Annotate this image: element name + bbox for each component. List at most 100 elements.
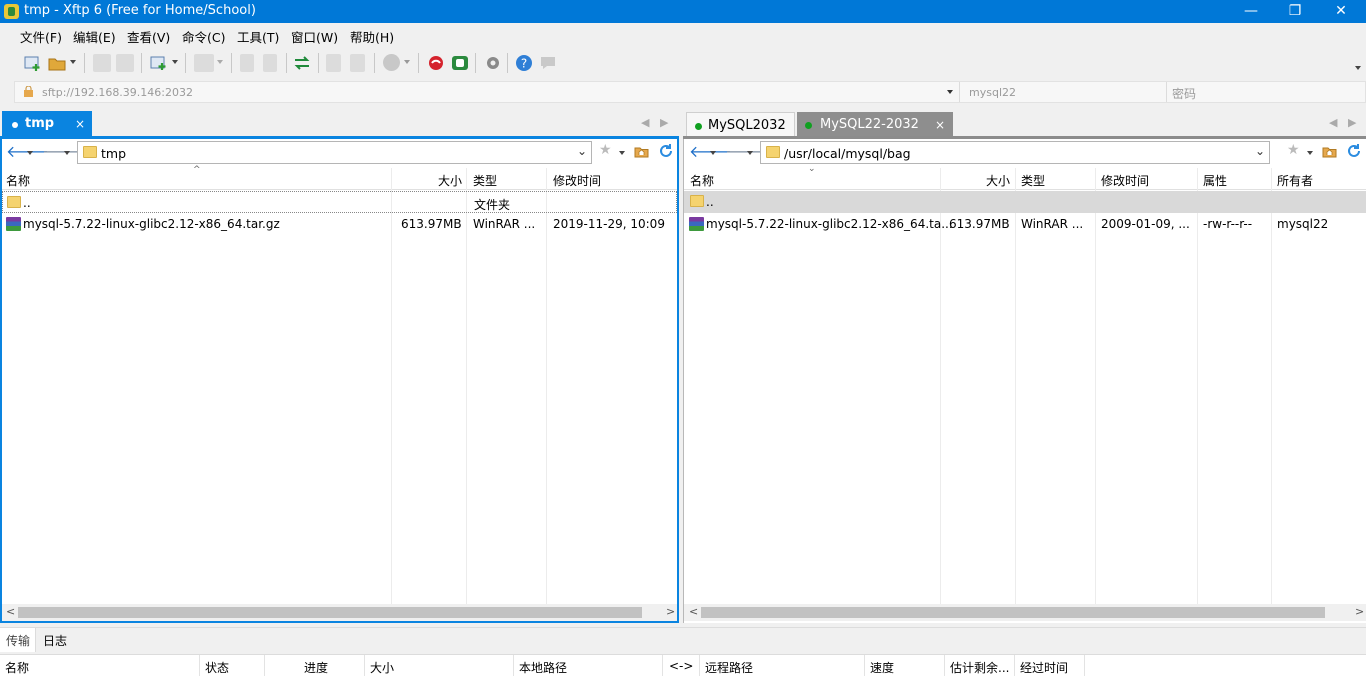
tab-scroll-left-icon[interactable]: ◀: [1329, 116, 1337, 129]
table-row[interactable]: ..: [684, 191, 1366, 213]
col-modified[interactable]: 修改时间: [553, 172, 601, 189]
menu-help[interactable]: 帮助(H): [350, 27, 394, 46]
horizontal-scrollbar[interactable]: < >: [684, 604, 1366, 621]
col-status[interactable]: 状态: [205, 659, 229, 676]
password-input[interactable]: 密码: [1172, 85, 1196, 102]
col-elapsed[interactable]: 经过时间: [1020, 659, 1068, 676]
col-name[interactable]: 名称: [6, 172, 30, 189]
forward-dropdown-icon[interactable]: [64, 151, 70, 155]
encoding-icon[interactable]: [383, 54, 400, 71]
copy-icon[interactable]: [263, 54, 277, 72]
table-row[interactable]: .. 文件夹: [2, 191, 677, 213]
scroll-right-icon[interactable]: >: [666, 605, 675, 618]
col-remote-path[interactable]: 远程路径: [705, 659, 753, 676]
home-folder-icon[interactable]: [1322, 144, 1337, 158]
scroll-left-icon[interactable]: <: [6, 605, 15, 618]
col-type[interactable]: 类型: [473, 172, 497, 189]
col-direction[interactable]: <->: [669, 659, 693, 673]
tab-scroll-left-icon[interactable]: ◀: [641, 116, 649, 129]
refresh-icon[interactable]: [658, 143, 674, 159]
tab-close-button[interactable]: ×: [935, 118, 945, 132]
tab-log[interactable]: 日志: [43, 632, 67, 649]
remote-path-field[interactable]: /usr/local/mysql/bag ⌄: [760, 141, 1270, 164]
download-icon[interactable]: [350, 54, 365, 72]
col-name[interactable]: 名称: [690, 172, 714, 189]
chevron-down-icon[interactable]: ⌄: [577, 144, 587, 158]
column-divider: [662, 655, 663, 676]
refresh-icon[interactable]: [1346, 143, 1362, 159]
bookmark-dropdown-icon[interactable]: [1307, 151, 1313, 155]
row-name: ..: [706, 195, 714, 209]
open-folder-icon[interactable]: [48, 54, 66, 72]
col-type[interactable]: 类型: [1021, 172, 1045, 189]
scroll-thumb[interactable]: [701, 607, 1325, 618]
username-input[interactable]: mysql22: [969, 86, 1016, 99]
tab-mysql2032[interactable]: MySQL2032: [686, 112, 795, 137]
xshell-icon[interactable]: [427, 54, 445, 72]
bookmark-star-icon[interactable]: ★: [1287, 142, 1300, 158]
local-path-field[interactable]: tmp ⌄: [77, 141, 592, 164]
disconnect-icon[interactable]: [116, 54, 134, 72]
menu-view[interactable]: 查看(V): [127, 27, 170, 46]
sync-icon[interactable]: [293, 54, 311, 72]
help-icon[interactable]: ?: [515, 54, 533, 72]
col-modified[interactable]: 修改时间: [1101, 172, 1149, 189]
col-speed[interactable]: 速度: [870, 659, 894, 676]
minimize-button[interactable]: —: [1228, 0, 1274, 23]
gear-icon[interactable]: [484, 54, 502, 72]
address-input[interactable]: sftp://192.168.39.146:2032: [42, 86, 193, 99]
upload-icon[interactable]: [326, 54, 341, 72]
connect-icon[interactable]: [93, 54, 111, 72]
properties-icon[interactable]: [240, 54, 254, 72]
new-window-dropdown-icon[interactable]: [172, 60, 178, 64]
terminal-dropdown-icon[interactable]: [217, 60, 223, 64]
new-window-icon[interactable]: [150, 54, 168, 72]
col-local-path[interactable]: 本地路径: [519, 659, 567, 676]
bookmark-star-icon[interactable]: ★: [599, 142, 612, 158]
tab-scroll-right-icon[interactable]: ▶: [660, 116, 668, 129]
encoding-dropdown-icon[interactable]: [404, 60, 410, 64]
col-eta[interactable]: 估计剩余...: [950, 659, 1009, 676]
chevron-down-icon[interactable]: ⌄: [1255, 144, 1265, 158]
col-name[interactable]: 名称: [5, 659, 29, 676]
table-row[interactable]: mysql-5.7.22-linux-glibc2.12-x86_64.ta..…: [684, 213, 1366, 235]
menu-command[interactable]: 命令(C): [182, 27, 225, 46]
tab-transfer[interactable]: 传输: [0, 628, 36, 652]
tab-mysql22-2032[interactable]: MySQL22-2032 ×: [797, 112, 953, 137]
terminal-icon[interactable]: [194, 54, 214, 72]
col-owner[interactable]: 所有者: [1277, 172, 1313, 189]
open-dropdown-icon[interactable]: [70, 60, 76, 64]
tab-close-button[interactable]: ×: [75, 117, 85, 131]
home-folder-icon[interactable]: [634, 144, 649, 158]
new-session-icon[interactable]: [24, 54, 42, 72]
col-attributes[interactable]: 属性: [1203, 172, 1227, 189]
maximize-button[interactable]: ❐: [1272, 0, 1318, 23]
remote-column-header: 名称 ⌄ 大小 类型 修改时间 属性 所有者: [684, 164, 1366, 190]
scroll-right-icon[interactable]: >: [1355, 605, 1364, 618]
table-row[interactable]: mysql-5.7.22-linux-glibc2.12-x86_64.tar.…: [2, 213, 677, 235]
col-progress[interactable]: 进度: [304, 659, 328, 676]
lock-icon: [24, 85, 33, 97]
chat-icon[interactable]: [539, 54, 557, 72]
scroll-left-icon[interactable]: <: [689, 605, 698, 618]
horizontal-scrollbar[interactable]: < >: [2, 604, 677, 621]
address-dropdown-icon[interactable]: [947, 90, 953, 94]
tab-local-tmp[interactable]: tmp ×: [2, 111, 92, 137]
col-size[interactable]: 大小: [438, 172, 462, 189]
back-dropdown-icon[interactable]: [27, 151, 33, 155]
toolbar-overflow-icon[interactable]: [1355, 66, 1361, 70]
menu-tools[interactable]: 工具(T): [237, 27, 279, 46]
col-size[interactable]: 大小: [370, 659, 394, 676]
column-divider: [1014, 655, 1015, 676]
xftp-icon[interactable]: [451, 54, 469, 72]
menu-file[interactable]: 文件(F): [20, 27, 62, 46]
close-button[interactable]: ✕: [1318, 0, 1364, 23]
forward-dropdown-icon[interactable]: [747, 151, 753, 155]
menu-window[interactable]: 窗口(W): [291, 27, 338, 46]
back-dropdown-icon[interactable]: [710, 151, 716, 155]
tab-scroll-right-icon[interactable]: ▶: [1348, 116, 1356, 129]
menu-edit[interactable]: 编辑(E): [73, 27, 116, 46]
scroll-thumb[interactable]: [18, 607, 642, 618]
col-size[interactable]: 大小: [986, 172, 1010, 189]
bookmark-dropdown-icon[interactable]: [619, 151, 625, 155]
